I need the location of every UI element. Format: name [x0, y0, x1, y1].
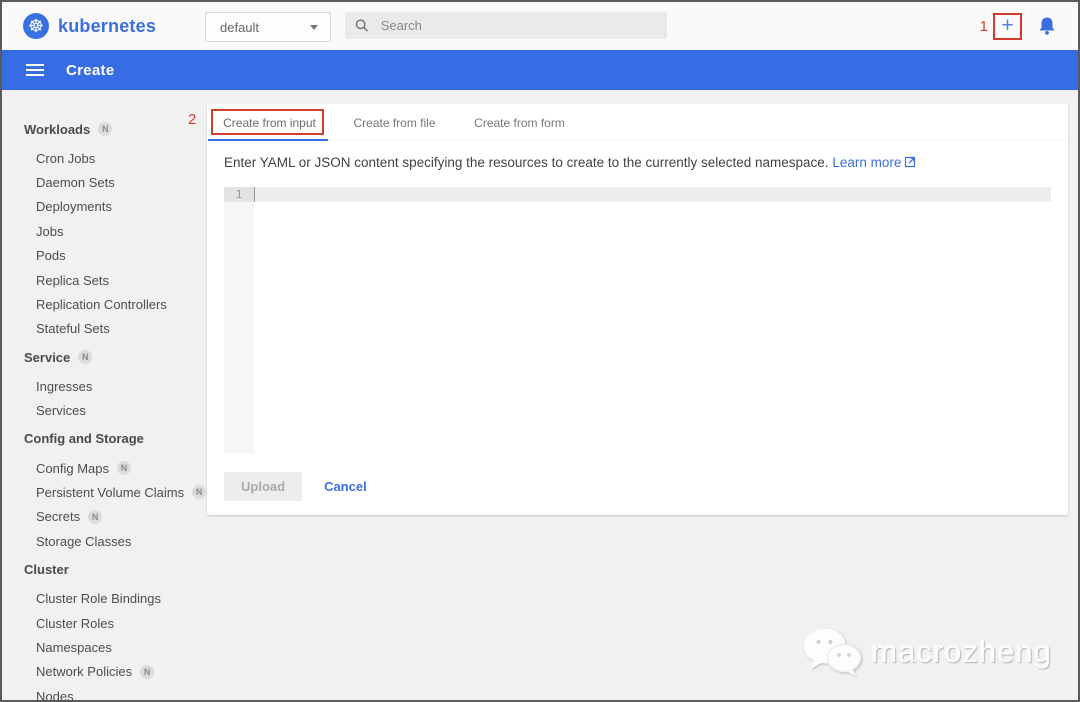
item-label: Stateful Sets: [36, 321, 110, 336]
item-label: Pods: [36, 248, 66, 263]
tab-label: Create from file: [353, 116, 435, 130]
item-label: Network Policies: [36, 664, 132, 679]
sidebar-item-ingresses[interactable]: Ingresses: [2, 374, 207, 398]
create-panel: Create from input Create from file Creat…: [207, 104, 1068, 515]
tab-create-from-form[interactable]: Create from form: [457, 104, 582, 141]
sidebar-section-service[interactable]: Service N: [2, 345, 207, 369]
namespace-selector[interactable]: default: [205, 12, 331, 42]
sidebar-section-config-storage[interactable]: Config and Storage: [2, 427, 207, 451]
line-number: 1: [224, 187, 254, 202]
tab-create-from-input[interactable]: Create from input: [207, 104, 332, 141]
kubernetes-logo-icon: ☸: [23, 13, 49, 39]
sidebar-item-config-maps[interactable]: Config Maps N: [2, 456, 207, 480]
watermark: macrozheng: [801, 626, 1052, 678]
annotation-step-1: 1: [980, 18, 988, 35]
search-input[interactable]: [381, 18, 657, 33]
external-link-icon: [904, 156, 916, 171]
section-label: Config and Storage: [24, 431, 144, 446]
editor-line-gutter: 1: [224, 187, 254, 454]
menu-hamburger-icon[interactable]: [26, 61, 44, 79]
description-body: Enter YAML or JSON content specifying th…: [224, 155, 829, 170]
search-icon: [355, 18, 369, 33]
item-label: Namespaces: [36, 640, 112, 655]
sidebar-item-cluster-roles[interactable]: Cluster Roles: [2, 611, 207, 635]
top-header: ☸ kubernetes default 1 +: [2, 2, 1078, 50]
upload-button[interactable]: Upload: [224, 472, 302, 501]
sidebar-item-storage-classes[interactable]: Storage Classes: [2, 529, 207, 553]
sidebar-item-cron-jobs[interactable]: Cron Jobs: [2, 146, 207, 170]
sidebar-item-namespaces[interactable]: Namespaces: [2, 635, 207, 659]
sidebar-nav: Workloads N Cron Jobs Daemon Sets Deploy…: [2, 90, 207, 700]
wechat-icon: [801, 626, 863, 678]
sidebar-item-nodes[interactable]: Nodes: [2, 684, 207, 700]
tab-label: Create from input: [223, 116, 316, 130]
item-label: Persistent Volume Claims: [36, 485, 184, 500]
create-button[interactable]: +: [993, 13, 1022, 40]
sidebar-item-services[interactable]: Services: [2, 399, 207, 423]
item-label: Config Maps: [36, 461, 109, 476]
new-badge: N: [78, 350, 92, 364]
section-label: Cluster: [24, 562, 69, 577]
new-badge: N: [192, 485, 206, 499]
sidebar-item-cluster-role-bindings[interactable]: Cluster Role Bindings: [2, 586, 207, 610]
sidebar-item-replica-sets[interactable]: Replica Sets: [2, 268, 207, 292]
new-badge: N: [140, 665, 154, 679]
plus-icon: +: [1001, 15, 1013, 36]
tab-label: Create from form: [474, 116, 565, 130]
sidebar-item-deployments[interactable]: Deployments: [2, 195, 207, 219]
form-actions: Upload Cancel: [224, 472, 367, 501]
sidebar-item-pods[interactable]: Pods: [2, 244, 207, 268]
namespace-selected-value: default: [220, 20, 310, 35]
item-label: Cluster Role Bindings: [36, 591, 161, 606]
page-title: Create: [66, 62, 115, 79]
brand: ☸ kubernetes: [23, 13, 156, 39]
learn-more-link[interactable]: Learn more: [832, 155, 901, 170]
yaml-editor[interactable]: 1: [224, 187, 1051, 454]
item-label: Ingresses: [36, 379, 92, 394]
item-label: Services: [36, 403, 86, 418]
header-actions: 1 +: [980, 2, 1056, 50]
sidebar-item-jobs[interactable]: Jobs: [2, 219, 207, 243]
item-label: Nodes: [36, 689, 74, 700]
sidebar-item-network-policies[interactable]: Network Policies N: [2, 660, 207, 684]
annotation-step-2: 2: [188, 111, 196, 128]
item-label: Replica Sets: [36, 273, 109, 288]
item-label: Cron Jobs: [36, 151, 95, 166]
item-label: Daemon Sets: [36, 175, 115, 190]
notifications-bell-icon[interactable]: [1038, 16, 1056, 36]
editor-active-line[interactable]: [254, 187, 1051, 202]
search-bar[interactable]: [345, 12, 667, 39]
section-label: Service: [24, 350, 70, 365]
app-window: ☸ kubernetes default 1 +: [0, 0, 1080, 702]
brand-name: kubernetes: [58, 16, 156, 37]
item-label: Jobs: [36, 224, 63, 239]
new-badge: N: [117, 461, 131, 475]
item-label: Cluster Roles: [36, 616, 114, 631]
cancel-button[interactable]: Cancel: [324, 479, 367, 494]
sidebar-section-workloads[interactable]: Workloads N: [2, 117, 207, 141]
tab-create-from-file[interactable]: Create from file: [332, 104, 457, 141]
item-label: Secrets: [36, 509, 80, 524]
item-label: Storage Classes: [36, 534, 131, 549]
tab-bar: Create from input Create from file Creat…: [207, 104, 1068, 141]
sidebar-item-secrets[interactable]: Secrets N: [2, 505, 207, 529]
sidebar-item-daemon-sets[interactable]: Daemon Sets: [2, 170, 207, 194]
sidebar-item-persistent-volume-claims[interactable]: Persistent Volume Claims N: [2, 480, 207, 504]
section-label: Workloads: [24, 122, 90, 137]
description-text: Enter YAML or JSON content specifying th…: [224, 155, 1051, 171]
watermark-text: macrozheng: [871, 634, 1052, 670]
app-bar: Create: [2, 50, 1078, 90]
chevron-down-icon: [310, 25, 318, 30]
new-badge: N: [88, 510, 102, 524]
sidebar-section-cluster[interactable]: Cluster: [2, 557, 207, 581]
sidebar-item-replication-controllers[interactable]: Replication Controllers: [2, 292, 207, 316]
new-badge: N: [98, 122, 112, 136]
editor-text-area[interactable]: [254, 187, 1051, 454]
sidebar-item-stateful-sets[interactable]: Stateful Sets: [2, 317, 207, 341]
item-label: Deployments: [36, 199, 112, 214]
item-label: Replication Controllers: [36, 297, 167, 312]
